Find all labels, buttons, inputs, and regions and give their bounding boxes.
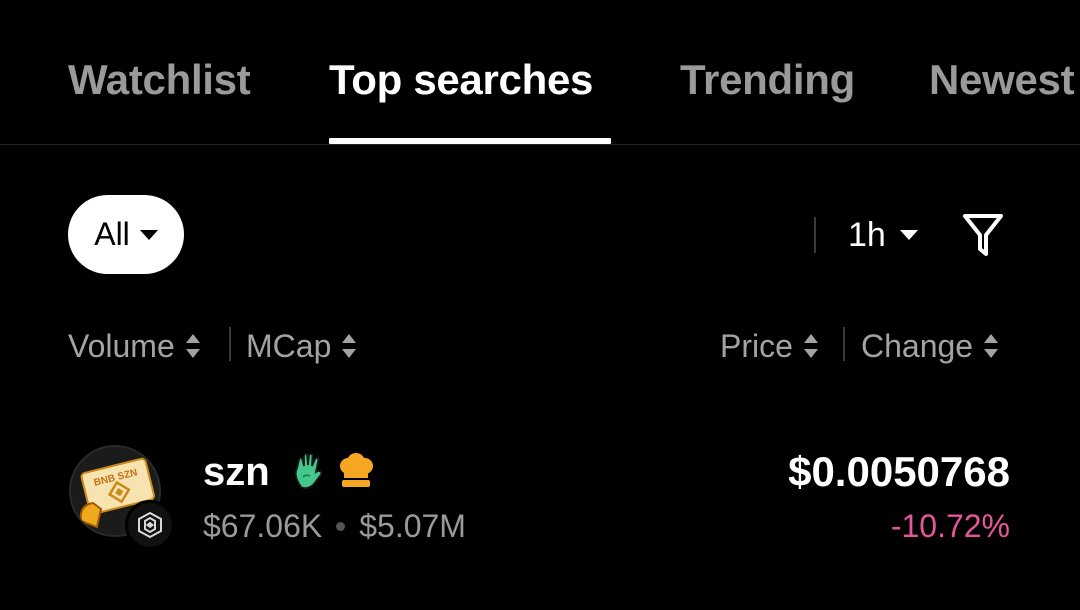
token-volume: $67.06K	[203, 508, 323, 544]
token-mcap: $5.07M	[359, 508, 466, 544]
change-header-label: Change	[861, 327, 974, 364]
caret-down-icon	[139, 229, 158, 240]
sort-updown-icon	[984, 334, 999, 358]
sort-by-mcap[interactable]: MCap	[246, 326, 357, 366]
price-header-label: Price	[720, 327, 793, 364]
funnel-icon[interactable]	[962, 211, 1004, 259]
tab-trending[interactable]: Trending	[680, 56, 855, 104]
mcap-header-label: MCap	[246, 327, 332, 364]
token-name: szn	[203, 450, 270, 494]
header-divider	[843, 327, 845, 361]
category-label: All	[94, 216, 130, 252]
sort-by-change[interactable]: Change	[861, 326, 999, 366]
sort-updown-icon	[185, 334, 200, 358]
chef-hat-icon	[340, 453, 373, 487]
tab-bar: Watchlist Top searches Trending Newest	[0, 0, 1080, 145]
sort-by-price[interactable]: Price	[720, 326, 819, 366]
category-dropdown[interactable]: All	[68, 195, 184, 274]
tab-newest[interactable]: Newest	[929, 56, 1075, 104]
tabs-divider	[0, 144, 1080, 145]
token-price: $0.0050768	[788, 448, 1010, 495]
sort-by-volume[interactable]: Volume	[68, 326, 201, 366]
caret-down-icon	[899, 230, 918, 240]
filter-divider	[814, 217, 816, 253]
sort-updown-icon	[342, 334, 357, 358]
token-row[interactable]: BNB SZN szn $67.06K $5.07M $0.0050768 -1…	[0, 430, 1080, 560]
timeframe-label: 1h	[848, 215, 886, 254]
token-change: -10.72%	[890, 508, 1010, 544]
bnb-chain-icon	[125, 500, 175, 550]
screen: Watchlist Top searches Trending Newest A…	[0, 0, 1080, 610]
token-meta: $67.06K $5.07M	[203, 508, 466, 545]
volume-header-label: Volume	[68, 327, 175, 364]
header-divider	[229, 327, 231, 361]
meta-separator-dot	[336, 522, 346, 531]
tab-top-searches[interactable]: Top searches	[329, 56, 593, 104]
timeframe-dropdown[interactable]: 1h	[848, 213, 918, 257]
waving-hand-icon	[294, 452, 323, 490]
tab-watchlist[interactable]: Watchlist	[68, 56, 251, 104]
sort-updown-icon	[803, 334, 818, 358]
